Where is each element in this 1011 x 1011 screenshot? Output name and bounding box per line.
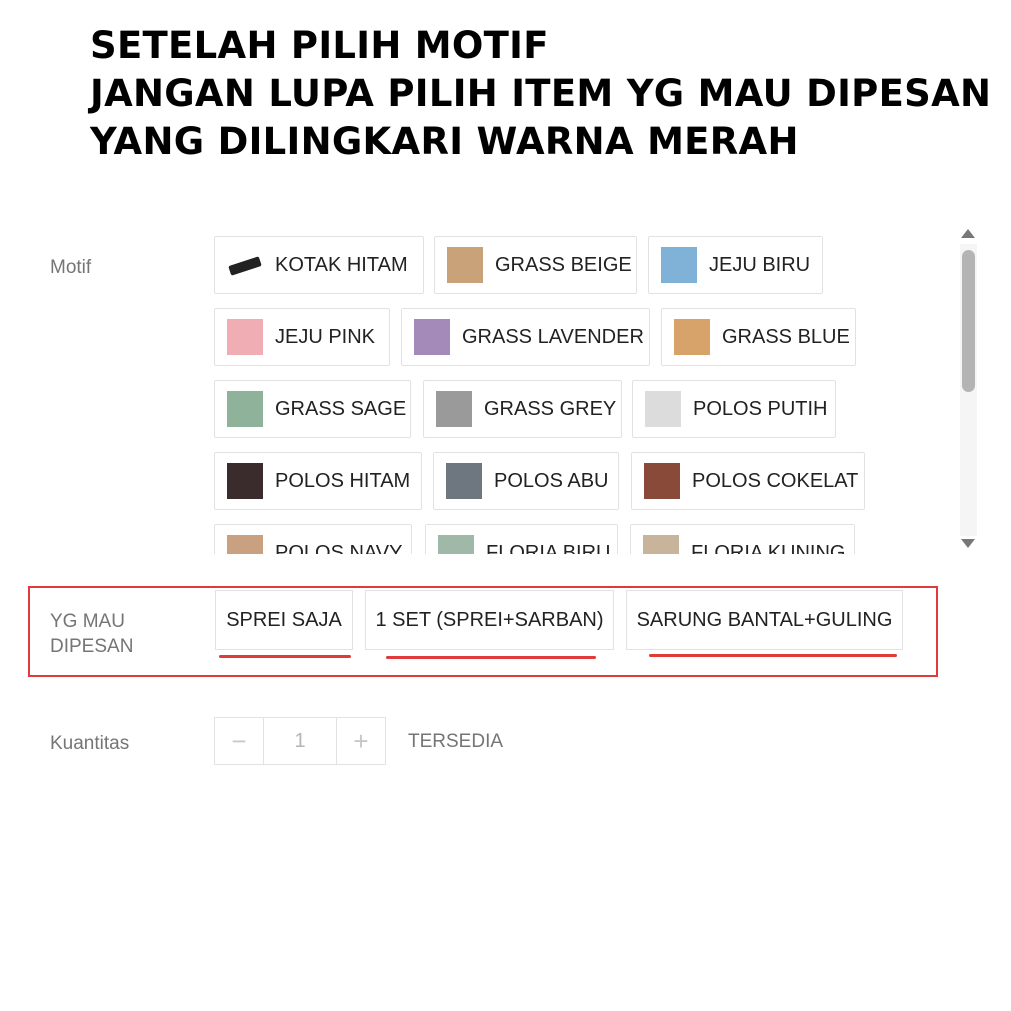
motif-option-label: POLOS HITAM bbox=[275, 469, 411, 492]
headline-line-2: JANGAN LUPA PILIH ITEM YG MAU DIPESAN bbox=[90, 72, 992, 115]
motif-thumbnail bbox=[436, 391, 472, 427]
motif-thumbnail bbox=[227, 463, 263, 499]
motif-thumbnail bbox=[644, 463, 680, 499]
order-label: YG MAU DIPESAN bbox=[50, 609, 133, 659]
order-label-line-2: DIPESAN bbox=[50, 636, 134, 657]
motif-option-label: GRASS BEIGE bbox=[495, 253, 632, 276]
motif-option[interactable]: POLOS COKELAT bbox=[631, 452, 865, 510]
motif-option-label: GRASS GREY bbox=[484, 397, 617, 420]
motif-option-label: FLORIA KUNING bbox=[691, 541, 846, 555]
motif-option-label: GRASS LAVENDER bbox=[462, 325, 644, 348]
order-label-line-1: YG MAU bbox=[50, 611, 125, 632]
headline-line-3: YANG DILINGKARI WARNA MERAH bbox=[90, 120, 799, 163]
motif-thumbnail bbox=[227, 391, 263, 427]
motif-option[interactable]: GRASS BLUE bbox=[661, 308, 856, 366]
motif-option[interactable]: POLOS NAVY bbox=[214, 524, 412, 554]
increment-button[interactable]: + bbox=[337, 718, 385, 764]
order-option-sprei-saja[interactable]: SPREI SAJA bbox=[215, 590, 353, 650]
motif-option[interactable]: POLOS ABU bbox=[433, 452, 619, 510]
scroll-up-arrow-icon[interactable] bbox=[961, 229, 975, 238]
motif-option[interactable]: FLORIA KUNING bbox=[630, 524, 855, 554]
scrollbar-thumb[interactable] bbox=[962, 250, 975, 392]
motif-label: Motif bbox=[50, 257, 92, 278]
quantity-value[interactable]: 1 bbox=[263, 718, 337, 764]
motif-option-label: KOTAK HITAM bbox=[275, 253, 408, 276]
order-option-sarung-bantal[interactable]: SARUNG BANTAL+GULING bbox=[626, 590, 903, 650]
red-underline bbox=[649, 654, 897, 657]
motif-option-label: POLOS ABU bbox=[494, 469, 609, 492]
scroll-down-arrow-icon[interactable] bbox=[961, 539, 975, 548]
motif-thumbnail bbox=[674, 319, 710, 355]
motif-option-label: GRASS SAGE bbox=[275, 397, 407, 420]
motif-option-label: FLORIA BIRU bbox=[486, 541, 611, 555]
red-underline bbox=[219, 655, 351, 658]
quantity-label: Kuantitas bbox=[50, 733, 130, 754]
motif-thumbnail bbox=[414, 319, 450, 355]
motif-option-label: JEJU PINK bbox=[275, 325, 376, 348]
motif-option[interactable]: POLOS HITAM bbox=[214, 452, 422, 510]
motif-option-label: POLOS PUTIH bbox=[693, 397, 828, 420]
motif-thumbnail bbox=[227, 247, 263, 283]
stock-status: TERSEDIA bbox=[408, 731, 504, 752]
motif-option[interactable]: JEJU BIRU bbox=[648, 236, 823, 294]
motif-option[interactable]: GRASS GREY bbox=[423, 380, 622, 438]
motif-thumbnail bbox=[227, 535, 263, 554]
motif-option-label: POLOS COKELAT bbox=[692, 469, 859, 492]
motif-option[interactable]: FLORIA BIRU bbox=[425, 524, 618, 554]
motif-thumbnail bbox=[438, 535, 474, 554]
motif-thumbnail bbox=[661, 247, 697, 283]
headline-line-1: SETELAH PILIH MOTIF bbox=[90, 24, 549, 67]
motif-option-label: JEJU BIRU bbox=[709, 253, 811, 276]
motif-thumbnail bbox=[643, 535, 679, 554]
quantity-stepper: − 1 + bbox=[214, 717, 386, 765]
motif-thumbnail bbox=[447, 247, 483, 283]
motif-thumbnail bbox=[446, 463, 482, 499]
motif-thumbnail bbox=[645, 391, 681, 427]
motif-thumbnail bbox=[227, 319, 263, 355]
order-option-1-set[interactable]: 1 SET (SPREI+SARBAN) bbox=[365, 590, 614, 650]
motif-option-label: POLOS NAVY bbox=[275, 541, 403, 555]
motif-option-label: GRASS BLUE bbox=[722, 325, 850, 348]
motif-option[interactable]: KOTAK HITAM bbox=[214, 236, 424, 294]
red-underline bbox=[386, 656, 596, 659]
motif-option[interactable]: GRASS SAGE bbox=[214, 380, 411, 438]
motif-option[interactable]: GRASS LAVENDER bbox=[401, 308, 650, 366]
decrement-button[interactable]: − bbox=[215, 718, 263, 764]
motif-option[interactable]: POLOS PUTIH bbox=[632, 380, 836, 438]
motif-options-list[interactable]: KOTAK HITAM GRASS BEIGE JEJU BIRU JEJU P… bbox=[212, 234, 952, 554]
instruction-headline: SETELAH PILIH MOTIF JANGAN LUPA PILIH IT… bbox=[90, 22, 991, 166]
motif-option[interactable]: GRASS BEIGE bbox=[434, 236, 637, 294]
motif-option[interactable]: JEJU PINK bbox=[214, 308, 390, 366]
